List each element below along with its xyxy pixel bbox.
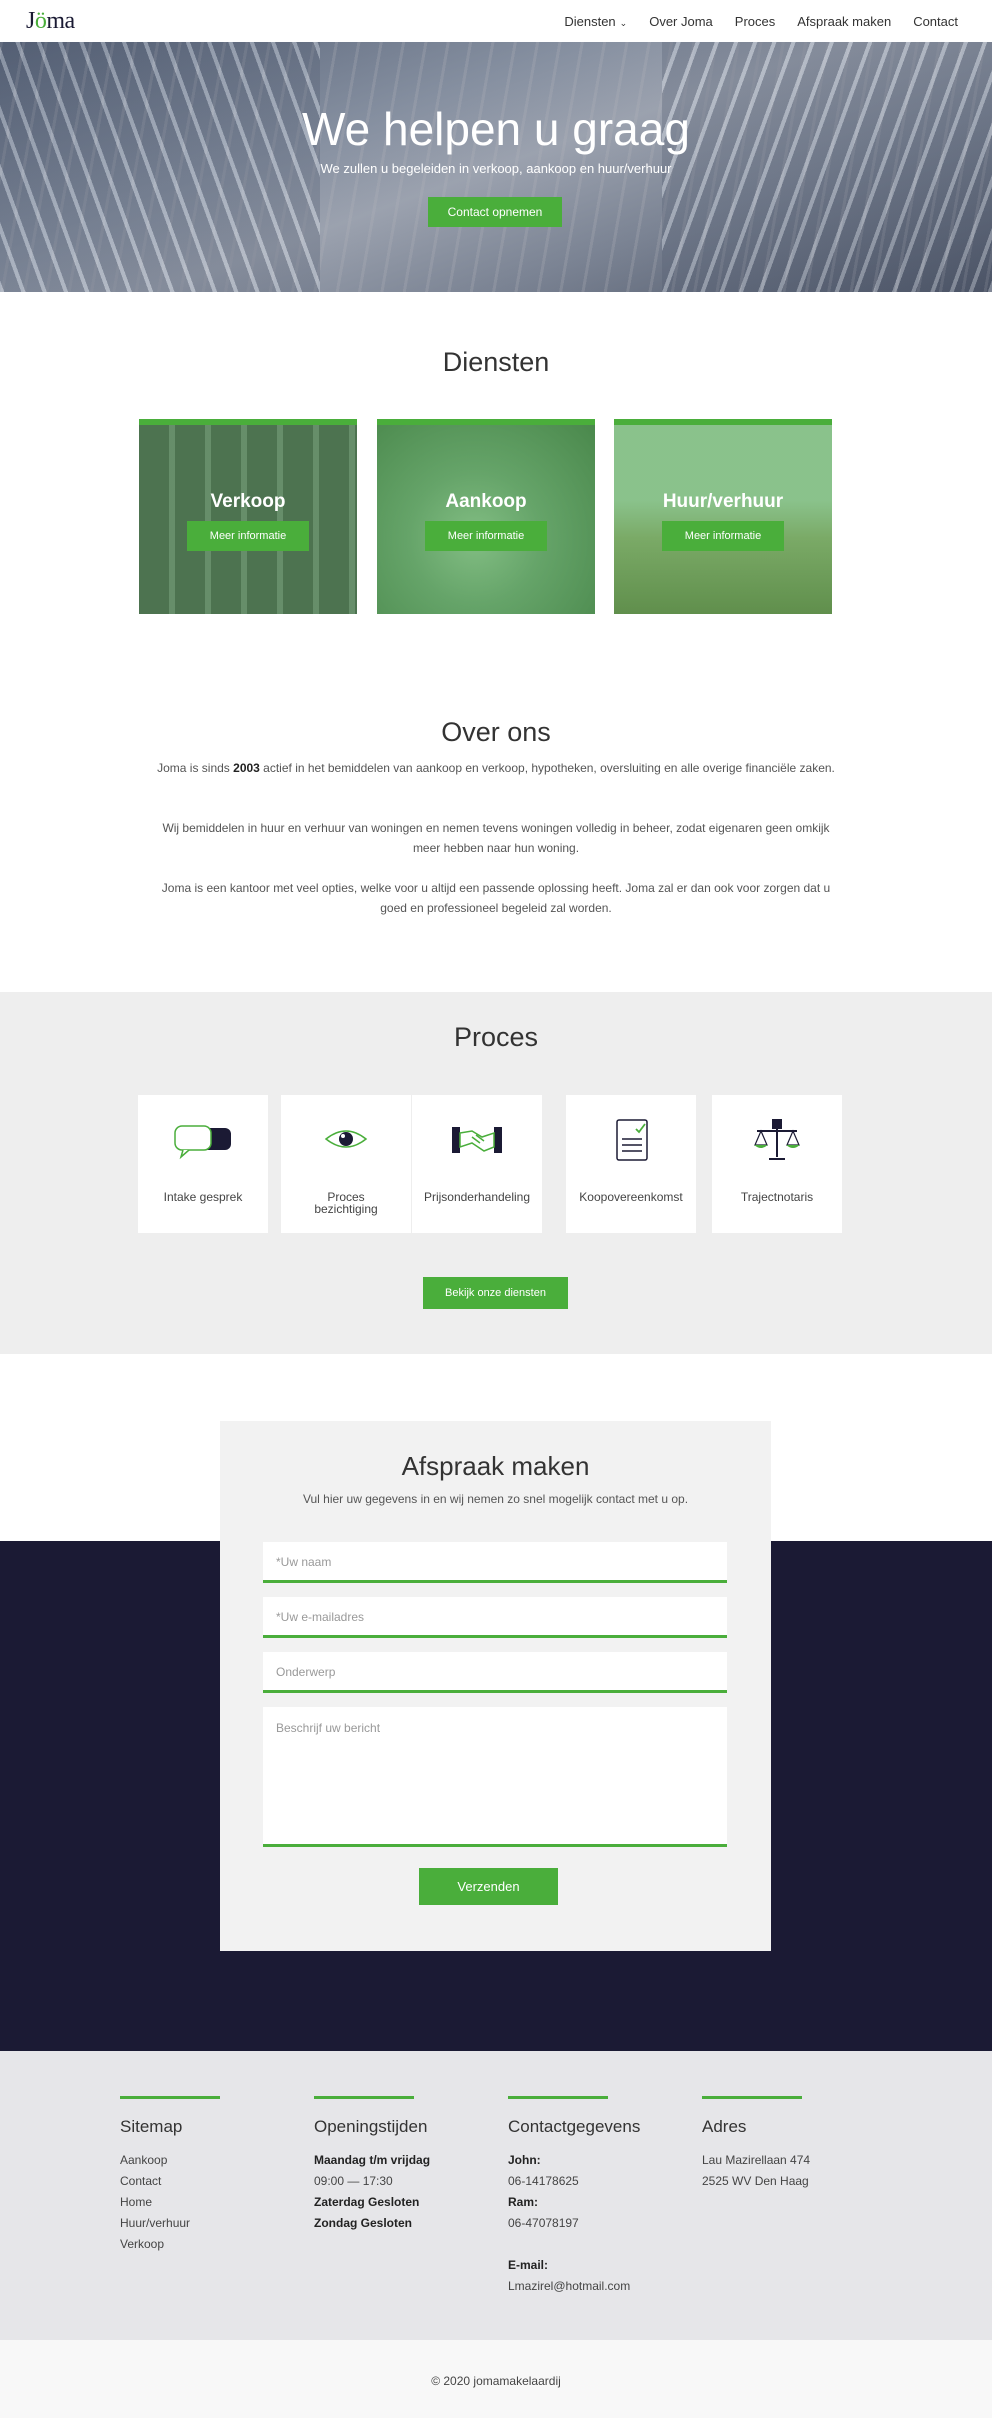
handshake-icon (412, 1117, 542, 1161)
proces-step-bezichtiging: Proces bezichtiging (281, 1095, 411, 1233)
card-image (139, 425, 357, 614)
card-image (377, 425, 595, 614)
address-city: 2525 WV Den Haag (702, 2174, 809, 2188)
email-label: E-mail: (508, 2258, 549, 2272)
copyright: © 2020 jomamakelaardij (0, 2340, 992, 2418)
john-phone[interactable]: 06-14178625 (508, 2171, 688, 2192)
proces-step-prijsonderhandeling: Prijsonderhandeling (412, 1095, 542, 1233)
hero-banner: We helpen u graag We zullen u begeleiden… (0, 42, 992, 292)
proces-title: Proces (453, 1022, 539, 1052)
proces-step-trajectnotaris: Trajectnotaris (712, 1095, 842, 1233)
card-image (614, 425, 832, 614)
p1-text: actief in het bemiddelen van aankoop en … (259, 761, 835, 775)
dienst-card-huur-verhuur[interactable]: Huur/verhuur Meer informatie (614, 419, 832, 614)
over-ons-paragraph-1: Joma is sinds 2003 actief in het bemidde… (150, 758, 842, 778)
diensten-title: Diensten (442, 347, 550, 377)
footer-link-home[interactable]: Home (120, 2192, 300, 2213)
nav-afspraak-maken[interactable]: Afspraak maken (797, 14, 891, 29)
proces-step-intake: Intake gesprek (138, 1095, 268, 1233)
ram-label: Ram: (508, 2195, 539, 2209)
footer-divider (508, 2096, 608, 2099)
p1-year: 2003 (233, 761, 260, 775)
over-ons-paragraph-3: Joma is een kantoor met veel opties, wel… (161, 881, 831, 915)
scales-icon (712, 1117, 842, 1161)
card-title: Huur/verhuur (662, 491, 784, 512)
contact-opnemen-button[interactable]: Contact opnemen (428, 197, 562, 227)
step-label: Intake gesprek (163, 1190, 243, 1204)
over-ons-paragraph-2: Wij bemiddelen in huur en verhuur van wo… (162, 821, 830, 855)
card-title: Aankoop (445, 491, 527, 512)
footer-openingstijden: Openingstijden Maandag t/m vrijdag 09:00… (314, 2096, 494, 2234)
nav-proces[interactable]: Proces (735, 14, 775, 29)
main-nav: Diensten ⌄ Over Joma Proces Afspraak make… (564, 14, 958, 29)
sunday-hours: Zondag Gesloten (314, 2216, 413, 2230)
subject-field[interactable]: Onderwerp (263, 1652, 727, 1693)
proces-step-koopovereenkomst: Koopovereenkomst (566, 1095, 696, 1233)
saturday-hours: Zaterdag Gesloten (314, 2195, 420, 2209)
card-title: Verkoop (210, 491, 286, 512)
nav-diensten[interactable]: Diensten ⌄ (564, 14, 627, 29)
email-field[interactable]: *Uw e-mailadres (263, 1597, 727, 1638)
footer-divider (702, 2096, 802, 2099)
nav-contact[interactable]: Contact (913, 14, 958, 29)
footer-link-contact[interactable]: Contact (120, 2171, 300, 2192)
step-label: Trajectnotaris (740, 1190, 814, 1204)
weekdays-hours: 09:00 — 17:30 (314, 2174, 393, 2188)
footer-heading: Sitemap (120, 2117, 183, 2136)
chevron-down-icon: ⌄ (619, 17, 628, 28)
nav-over-joma[interactable]: Over Joma (649, 14, 713, 29)
step-label: Proces bezichtiging (314, 1190, 378, 1216)
nav-diensten-label: Diensten (564, 13, 616, 29)
footer-sitemap: Sitemap Aankoop Contact Home Huur/verhuu… (120, 2096, 300, 2255)
step-label: Prijsonderhandeling (423, 1190, 531, 1204)
footer-heading: Adres (702, 2117, 747, 2136)
footer-adres: Adres Lau Mazirellaan 474 2525 WV Den Ha… (702, 2096, 882, 2192)
footer-heading: Contactgegevens (508, 2117, 641, 2136)
hero-subtitle: We zullen u begeleiden in verkoop, aanko… (320, 161, 672, 176)
footer-link-verkoop[interactable]: Verkoop (120, 2234, 300, 2255)
footer-link-aankoop[interactable]: Aankoop (120, 2150, 300, 2171)
footer-divider (120, 2096, 220, 2099)
john-label: John: (508, 2153, 541, 2167)
ram-phone[interactable]: 06-47078197 (508, 2213, 688, 2234)
joma-logo[interactable]: Jöma (26, 8, 75, 35)
hero-title: We helpen u graag (302, 103, 690, 155)
chat-bubbles-icon (138, 1117, 268, 1161)
footer-divider (314, 2096, 414, 2099)
eye-icon (281, 1117, 411, 1161)
email-link[interactable]: Lmazirel@hotmail.com (508, 2276, 688, 2297)
afspraak-title: Afspraak maken (401, 1451, 590, 1481)
bekijk-onze-diensten-button[interactable]: Bekijk onze diensten (423, 1277, 568, 1309)
p1-text: Joma is sinds (157, 761, 234, 775)
footer-contactgegevens: Contactgegevens John: 06-14178625 Ram: 0… (508, 2096, 688, 2297)
footer-link-huur-verhuur[interactable]: Huur/verhuur (120, 2213, 300, 2234)
weekdays-label: Maandag t/m vrijdag (314, 2153, 431, 2167)
document-icon (566, 1117, 696, 1161)
meer-informatie-button[interactable]: Meer informatie (662, 521, 784, 551)
dienst-card-verkoop[interactable]: Verkoop Meer informatie (139, 419, 357, 614)
message-field[interactable]: Beschrijf uw bericht (263, 1707, 727, 1847)
over-ons-title: Over ons (441, 717, 551, 747)
site-footer: Sitemap Aankoop Contact Home Huur/verhuu… (0, 2051, 992, 2340)
afspraak-subtitle: Vul hier uw gegevens in en wij nemen zo … (302, 1492, 689, 1506)
meer-informatie-button[interactable]: Meer informatie (187, 521, 309, 551)
name-field[interactable]: *Uw naam (263, 1542, 727, 1583)
dienst-card-aankoop[interactable]: Aankoop Meer informatie (377, 419, 595, 614)
site-header: Jöma Diensten ⌄ Over Joma Proces Afspraak… (0, 0, 992, 42)
afspraak-form: Afspraak maken Vul hier uw gegevens in e… (220, 1421, 771, 1951)
footer-heading: Openingstijden (314, 2117, 428, 2136)
step-label: Koopovereenkomst (579, 1190, 683, 1204)
address-street: Lau Mazirellaan 474 (702, 2153, 811, 2167)
meer-informatie-button[interactable]: Meer informatie (425, 521, 547, 551)
verzenden-button[interactable]: Verzenden (419, 1868, 558, 1905)
